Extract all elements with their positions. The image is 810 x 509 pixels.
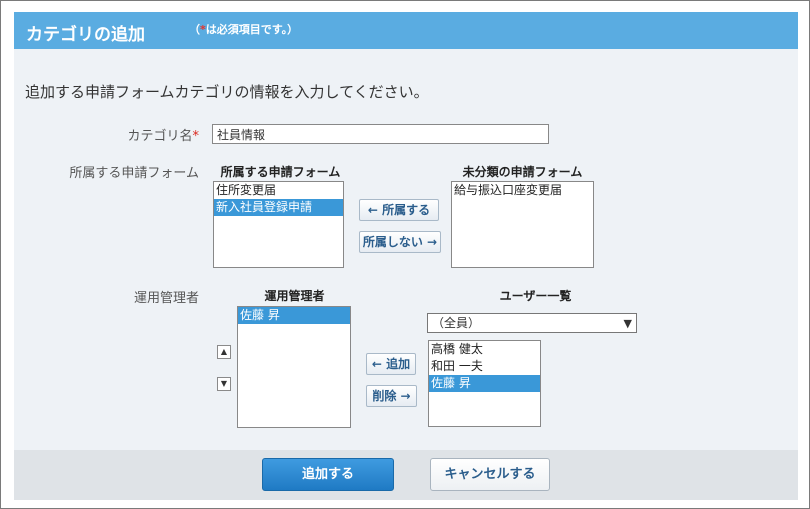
chevron-down-icon: ▼ [623,317,632,330]
cancel-button[interactable]: キャンセルする [430,458,550,491]
user-option[interactable]: 佐藤 昇 [429,375,540,392]
admins-heading: 運用管理者 [264,289,325,303]
submit-button[interactable]: 追加する [262,458,394,491]
dialog-footer: 追加する キャンセルする [14,450,798,500]
user-list[interactable]: 高橋 健太 和田 一夫 佐藤 昇 [428,340,541,427]
intro-text: 追加する申請フォームカテゴリの情報を入力してください。 [25,83,429,101]
category-name-input[interactable]: 社員情報 [212,124,549,144]
remove-admin-button[interactable]: 削除 → [366,385,417,407]
required-note-prefix: （ [189,23,200,36]
required-note: （*は必須項目です。） [189,21,298,37]
admin-option[interactable]: 佐藤 昇 [238,307,350,324]
category-name-label-text: カテゴリ名 [127,129,193,144]
unassigned-forms-list[interactable]: 給与振込口座変更届 [451,181,594,268]
user-group-select[interactable]: （全員） ▼ [427,313,637,333]
assign-form-button[interactable]: ← 所属する [359,199,439,221]
assigned-forms-heading: 所属する申請フォーム [220,165,341,179]
admins-list[interactable]: 佐藤 昇 [237,306,351,428]
dialog-header: カテゴリの追加 （*は必須項目です。） [14,12,798,49]
admins-label: 運用管理者 [133,291,199,306]
assigned-form-option[interactable]: 住所変更届 [214,182,343,199]
triangle-up-icon[interactable]: ▲ [217,345,231,359]
unassigned-form-option[interactable]: 給与振込口座変更届 [452,182,593,199]
unassigned-forms-heading: 未分類の申請フォーム [462,165,583,179]
add-admin-button[interactable]: ← 追加 [366,353,416,375]
user-list-heading: ユーザー一覧 [499,289,572,303]
assigned-forms-list[interactable]: 住所変更届 新入社員登録申請 [213,181,344,268]
assigned-form-option[interactable]: 新入社員登録申請 [214,199,343,216]
dialog-frame: カテゴリの追加 （*は必須項目です。） 追加する申請フォームカテゴリの情報を入力… [0,0,810,509]
category-name-label: カテゴリ名* [104,125,199,144]
dialog-body: カテゴリの追加 （*は必須項目です。） 追加する申請フォームカテゴリの情報を入力… [14,12,798,500]
user-group-select-value: （全員） [432,316,481,330]
triangle-down-icon[interactable]: ▼ [217,377,231,391]
unassign-form-button[interactable]: 所属しない → [359,231,441,253]
user-option[interactable]: 和田 一夫 [429,358,540,375]
required-mark: * [192,129,200,144]
required-note-suffix: は必須項目です。） [205,23,299,36]
dialog-title: カテゴリの追加 [26,25,145,45]
forms-label: 所属する申請フォーム [69,166,199,181]
user-option[interactable]: 高橋 健太 [429,341,540,358]
